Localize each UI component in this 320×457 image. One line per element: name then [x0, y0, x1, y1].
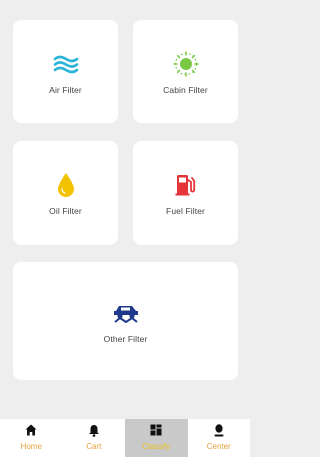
cabin-sun-icon [171, 49, 201, 79]
person-icon [212, 423, 226, 437]
tab-cart[interactable]: Cart [63, 419, 126, 457]
category-label: Fuel Filter [166, 206, 205, 216]
oil-drop-icon [51, 170, 81, 200]
tab-home[interactable]: Home [0, 419, 63, 457]
grid-icon [149, 423, 163, 437]
category-label: Cabin Filter [163, 84, 208, 95]
air-waves-icon [51, 49, 81, 79]
tab-label: Classify [142, 442, 171, 451]
tab-label: Center [206, 442, 231, 451]
classify-screen: Air Filter Cabin Filter Oil Filter Fuel … [0, 0, 250, 457]
bottom-tab-bar: Home Cart Classify Center [0, 419, 250, 457]
home-icon [24, 423, 38, 437]
tab-label: Home [20, 442, 42, 451]
bell-icon [87, 423, 101, 437]
car-lift-icon [111, 298, 141, 328]
category-card-cabin-filter[interactable]: Cabin Filter [133, 20, 238, 123]
category-card-air-filter[interactable]: Air Filter [13, 20, 118, 123]
tab-label: Cart [86, 442, 102, 451]
category-card-fuel-filter[interactable]: Fuel Filter [133, 141, 238, 245]
category-label: Air Filter [49, 84, 82, 95]
category-label: Oil Filter [49, 206, 82, 216]
category-label: Other Filter [103, 334, 148, 344]
category-card-oil-filter[interactable]: Oil Filter [13, 141, 118, 245]
tab-center[interactable]: Center [188, 419, 251, 457]
fuel-pump-icon [171, 170, 201, 200]
category-card-other-filter[interactable]: Other Filter [13, 262, 238, 380]
tab-classify[interactable]: Classify [125, 419, 188, 457]
